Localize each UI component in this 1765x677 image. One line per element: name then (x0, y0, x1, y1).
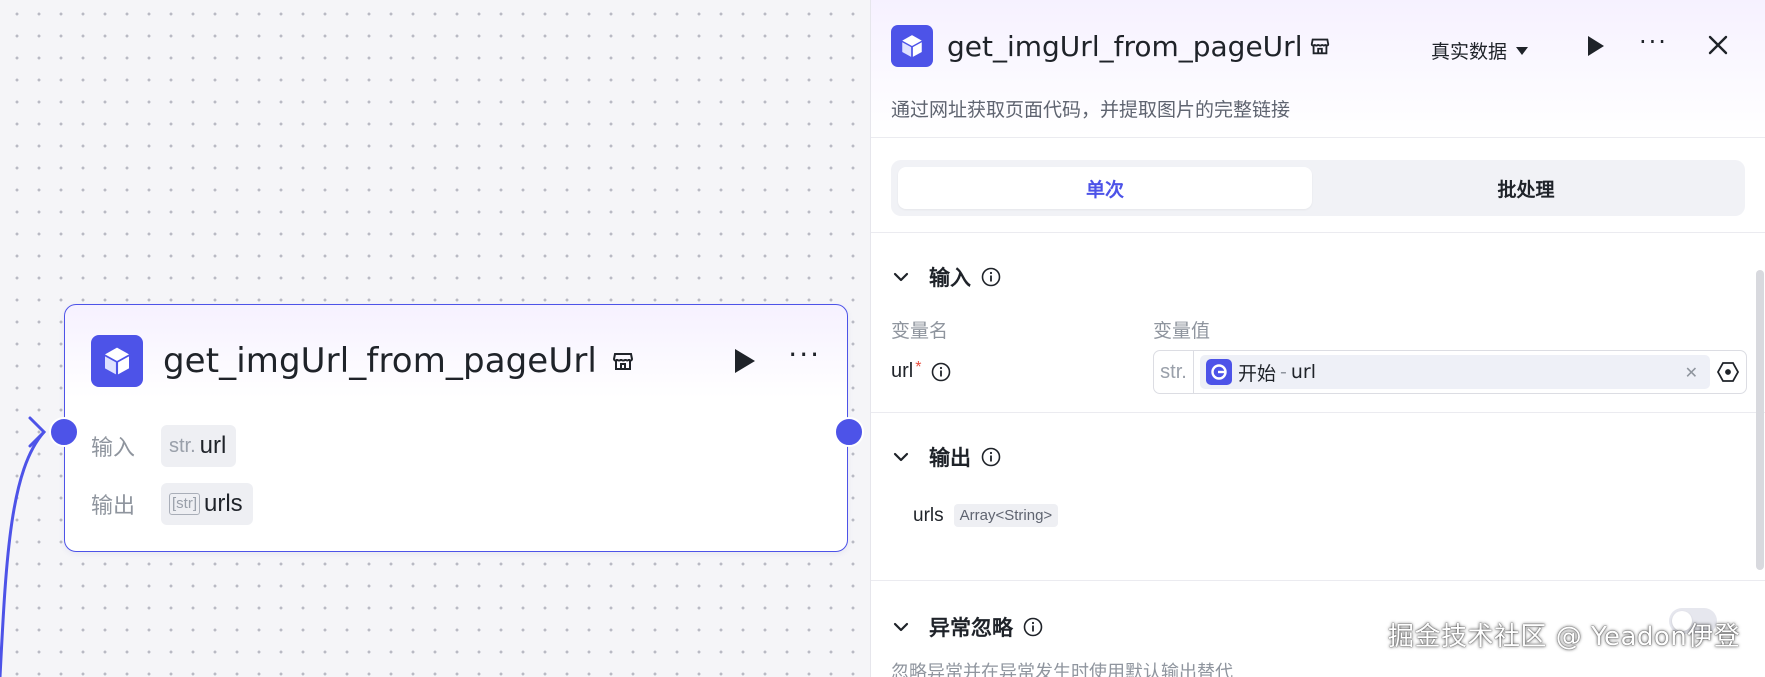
info-icon[interactable] (981, 447, 1001, 467)
data-mode-label: 真实数据 (1431, 41, 1508, 63)
string-type-icon: str. (169, 434, 196, 457)
reference-source: 开始 (1238, 362, 1277, 385)
input-param-name: url (199, 432, 227, 459)
output-param-name: urls (204, 490, 243, 517)
reference-separator: - (1280, 361, 1287, 383)
info-icon[interactable] (1023, 617, 1043, 637)
divider (871, 232, 1765, 233)
variable-value-header: 变量值 (1153, 320, 1211, 342)
divider (871, 580, 1765, 581)
output-variable-name: urls (913, 504, 944, 526)
node-input-port[interactable] (49, 417, 79, 447)
reference-variable: url (1290, 361, 1317, 383)
input-variable-name: url * (891, 358, 951, 383)
data-mode-dropdown[interactable]: 真实数据 (1431, 37, 1529, 64)
string-array-type-icon: [str] (169, 493, 200, 515)
tab-batch[interactable]: 批处理 (1319, 167, 1733, 209)
tab-single[interactable]: 单次 (898, 167, 1312, 209)
ignore-exception-description: 忽略异常并在异常发生时使用默认输出替代 (891, 662, 1233, 677)
panel-scrollbar[interactable] (1756, 270, 1764, 570)
cube-icon (891, 25, 933, 67)
chevron-down-icon[interactable] (891, 267, 911, 287)
output-param-tag: [str] urls (161, 483, 253, 525)
panel-description: 通过网址获取页面代码，并提取图片的完整链接 (891, 99, 1291, 121)
input-param-tag: str. url (161, 425, 237, 467)
chevron-down-icon[interactable] (891, 447, 911, 467)
run-mode-tabs: 单次 批处理 (891, 160, 1745, 216)
workflow-canvas[interactable]: get_imgUrl_from_pageUrl ··· 输入 str. url (0, 0, 870, 677)
node-title: get_imgUrl_from_pageUrl (163, 341, 597, 381)
output-variable-row: urls Array<String> (913, 504, 1059, 527)
more-options-icon[interactable]: ··· (1639, 28, 1668, 56)
more-options-icon[interactable]: ··· (788, 341, 821, 369)
store-icon (611, 349, 635, 373)
plugin-node[interactable]: get_imgUrl_from_pageUrl ··· 输入 str. url (64, 304, 848, 552)
variable-picker-icon[interactable] (1710, 351, 1746, 393)
close-icon[interactable] (1705, 32, 1731, 58)
chevron-down-icon[interactable] (891, 617, 911, 637)
output-label: 输出 (91, 494, 136, 519)
input-label: 输入 (91, 436, 136, 461)
start-node-icon (1206, 359, 1232, 385)
required-mark: * (915, 358, 922, 376)
test-run-icon[interactable] (1585, 34, 1607, 58)
store-icon (1309, 35, 1331, 57)
cube-icon (91, 335, 143, 387)
input-section-header[interactable]: 输入 (891, 262, 1001, 292)
clear-icon[interactable]: ✕ (1685, 363, 1698, 382)
output-variable-type: Array<String> (953, 504, 1059, 527)
variable-name-header: 变量名 (891, 320, 949, 342)
panel-header: get_imgUrl_from_pageUrl 真实数据 ··· 通过网址获取页… (871, 0, 1765, 138)
node-config-panel: get_imgUrl_from_pageUrl 真实数据 ··· 通过网址获取页… (870, 0, 1765, 677)
divider (871, 412, 1765, 413)
run-node-icon[interactable] (732, 346, 758, 376)
variable-reference-chip[interactable]: 开始 - url ✕ (1200, 355, 1710, 389)
ignore-exception-title: 异常忽略 (929, 616, 1013, 640)
caret-down-icon (1516, 46, 1529, 55)
input-section-title: 输入 (929, 266, 971, 290)
node-header: get_imgUrl_from_pageUrl ··· (91, 335, 821, 387)
variable-value-field[interactable]: str. 开始 - url ✕ (1153, 350, 1747, 394)
node-output-port[interactable] (834, 417, 864, 447)
info-icon[interactable] (981, 267, 1001, 287)
node-output-row: 输出 [str] urls (91, 483, 253, 525)
panel-title: get_imgUrl_from_pageUrl (947, 30, 1303, 63)
watermark: 掘金技术社区 @ Yeadon伊登 (1388, 622, 1741, 652)
ignore-exception-header[interactable]: 异常忽略 (891, 612, 1043, 642)
string-type-icon[interactable]: str. (1154, 351, 1194, 393)
variable-name-text: url (891, 360, 914, 382)
output-section-header[interactable]: 输出 (891, 442, 1001, 472)
info-icon[interactable] (931, 362, 951, 382)
output-section-title: 输出 (929, 446, 971, 470)
node-input-row: 输入 str. url (91, 425, 237, 467)
